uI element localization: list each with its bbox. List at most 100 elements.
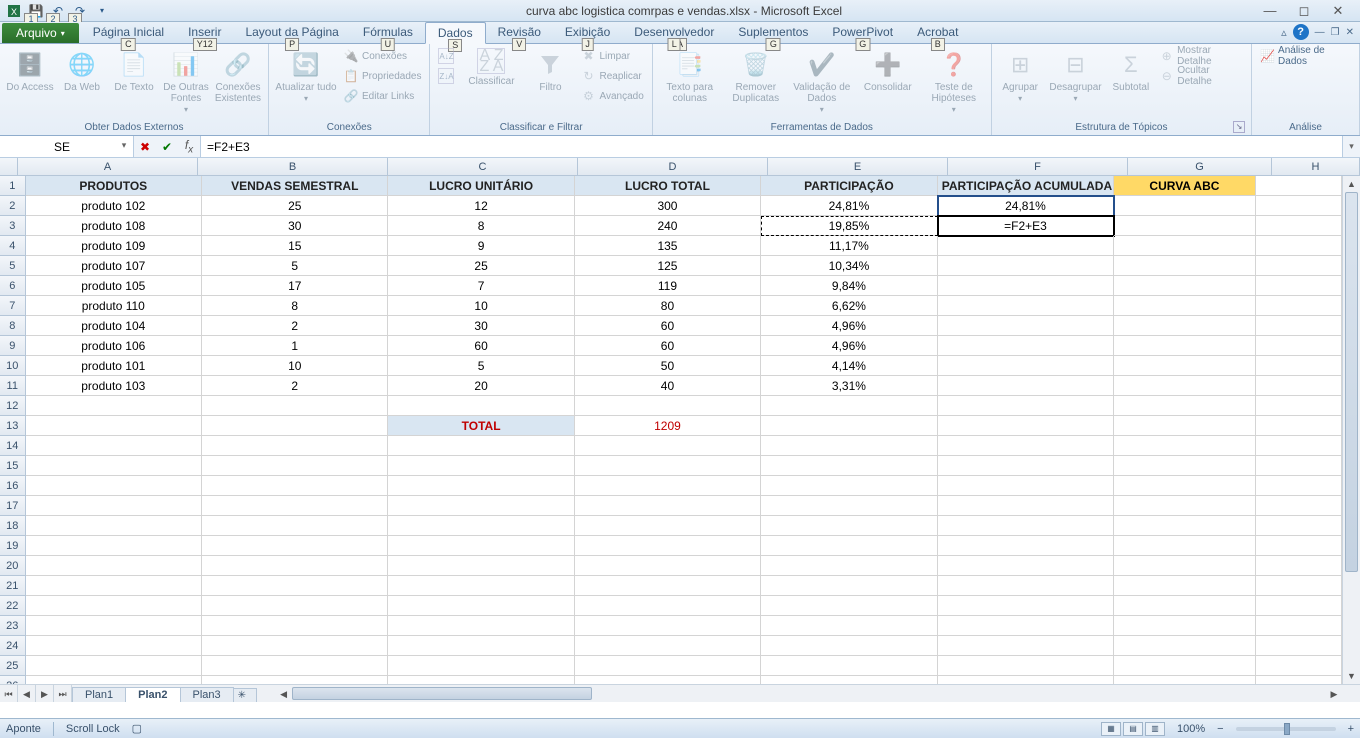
cell-D8[interactable]: 60 (575, 316, 761, 336)
cell-B2[interactable]: 25 (202, 196, 388, 216)
vertical-scrollbar[interactable]: ▲ ▼ (1342, 176, 1360, 684)
cell-C24[interactable] (388, 636, 574, 656)
row-header[interactable]: 22 (0, 596, 26, 616)
cell-E16[interactable] (761, 476, 938, 496)
cell-C4[interactable]: 9 (388, 236, 574, 256)
scroll-thumb[interactable] (1345, 192, 1358, 572)
cell-E8[interactable]: 4,96% (761, 316, 938, 336)
cell-B22[interactable] (202, 596, 388, 616)
cell-E7[interactable]: 6,62% (761, 296, 938, 316)
filter-button[interactable]: Filtro (526, 46, 574, 93)
cell-C5[interactable]: 25 (388, 256, 574, 276)
show-detail-button[interactable]: ⊕Mostrar Detalhe (1157, 46, 1245, 66)
row-header[interactable]: 18 (0, 516, 26, 536)
cell-A22[interactable] (26, 596, 203, 616)
ungroup-button[interactable]: ⊟Desagrupar▾ (1047, 46, 1105, 104)
row-header[interactable]: 14 (0, 436, 26, 456)
cell-B13[interactable] (202, 416, 388, 436)
minimize-ribbon-icon[interactable]: ▵ (1281, 26, 1287, 39)
properties-button[interactable]: 📋Propriedades (341, 66, 423, 86)
cell-D14[interactable] (575, 436, 761, 456)
cell-G18[interactable] (1114, 516, 1255, 536)
cell-G8[interactable] (1114, 316, 1255, 336)
fx-icon[interactable]: fx (178, 136, 200, 157)
cell-B20[interactable] (202, 556, 388, 576)
doc-close-icon[interactable]: ✕ (1346, 27, 1354, 38)
close-button[interactable]: ✕ (1324, 2, 1352, 20)
cell-A12[interactable] (26, 396, 203, 416)
cell-G11[interactable] (1114, 376, 1255, 396)
scroll-left-icon[interactable]: ◀ (276, 685, 292, 702)
cell-F9[interactable] (938, 336, 1115, 356)
row-header[interactable]: 21 (0, 576, 26, 596)
column-header-F[interactable]: F (948, 158, 1128, 175)
tab-acrobat[interactable]: AcrobatB (905, 22, 970, 43)
row-header[interactable]: 24 (0, 636, 26, 656)
cell-B7[interactable]: 8 (202, 296, 388, 316)
from-other-button[interactable]: 📊De Outras Fontes▾ (162, 46, 210, 115)
sheet-tab-plan2[interactable]: Plan2 (125, 687, 180, 702)
cell-H15[interactable] (1256, 456, 1342, 476)
cell-H8[interactable] (1256, 316, 1342, 336)
text-to-columns-button[interactable]: 📑Texto para colunas (659, 46, 721, 104)
zoom-level[interactable]: 100% (1177, 723, 1205, 735)
cell-A21[interactable] (26, 576, 203, 596)
doc-minimize-icon[interactable]: — (1315, 27, 1325, 38)
cell-A18[interactable] (26, 516, 203, 536)
cell-G21[interactable] (1114, 576, 1255, 596)
cell-F21[interactable] (938, 576, 1115, 596)
row-header[interactable]: 19 (0, 536, 26, 556)
cell-D21[interactable] (575, 576, 761, 596)
cell-H12[interactable] (1256, 396, 1342, 416)
zoom-in-icon[interactable]: + (1348, 723, 1354, 735)
from-web-button[interactable]: 🌐Da Web (58, 46, 106, 93)
cell-C19[interactable] (388, 536, 574, 556)
cell-G3[interactable] (1114, 216, 1255, 236)
cell-H4[interactable] (1256, 236, 1342, 256)
cell-H1[interactable] (1256, 176, 1342, 196)
cell-E4[interactable]: 11,17% (761, 236, 938, 256)
cell-A4[interactable]: produto 109 (26, 236, 203, 256)
cell-D19[interactable] (575, 536, 761, 556)
cell-H6[interactable] (1256, 276, 1342, 296)
from-access-button[interactable]: 🗄️Do Access (6, 46, 54, 93)
cell-E1[interactable]: PARTICIPAÇÃO (761, 176, 938, 196)
cell-A26[interactable] (26, 676, 203, 684)
cell-H10[interactable] (1256, 356, 1342, 376)
cell-E10[interactable]: 4,14% (761, 356, 938, 376)
cell-E12[interactable] (761, 396, 938, 416)
cell-C20[interactable] (388, 556, 574, 576)
cell-F24[interactable] (938, 636, 1115, 656)
cell-H23[interactable] (1256, 616, 1342, 636)
cell-D17[interactable] (575, 496, 761, 516)
column-header-D[interactable]: D (578, 158, 768, 175)
cell-F12[interactable] (938, 396, 1115, 416)
cell-F3[interactable]: =F2+E3 (938, 216, 1115, 236)
cell-H17[interactable] (1256, 496, 1342, 516)
cell-D4[interactable]: 135 (575, 236, 761, 256)
cell-B10[interactable]: 10 (202, 356, 388, 376)
cell-F20[interactable] (938, 556, 1115, 576)
cell-H25[interactable] (1256, 656, 1342, 676)
cell-D6[interactable]: 119 (575, 276, 761, 296)
cell-E6[interactable]: 9,84% (761, 276, 938, 296)
cell-B12[interactable] (202, 396, 388, 416)
cell-C9[interactable]: 60 (388, 336, 574, 356)
sheet-next-icon[interactable]: ▶ (36, 685, 54, 702)
sort-desc-button[interactable]: Z↓A (436, 66, 456, 86)
sheet-last-icon[interactable]: ⏭ (54, 685, 72, 702)
refresh-all-button[interactable]: 🔄Atualizar tudo▾ (275, 46, 337, 104)
cell-E14[interactable] (761, 436, 938, 456)
cell-A8[interactable]: produto 104 (26, 316, 203, 336)
cell-D20[interactable] (575, 556, 761, 576)
tab-fórmulas[interactable]: FórmulasU (351, 22, 425, 43)
edit-links-button[interactable]: 🔗Editar Links (341, 86, 423, 106)
cell-F19[interactable] (938, 536, 1115, 556)
cell-D23[interactable] (575, 616, 761, 636)
cell-A10[interactable]: produto 101 (26, 356, 203, 376)
cell-G22[interactable] (1114, 596, 1255, 616)
sheet-prev-icon[interactable]: ◀ (18, 685, 36, 702)
cell-G15[interactable] (1114, 456, 1255, 476)
cell-H26[interactable] (1256, 676, 1342, 684)
sheet-tab-plan3[interactable]: Plan3 (180, 687, 234, 702)
